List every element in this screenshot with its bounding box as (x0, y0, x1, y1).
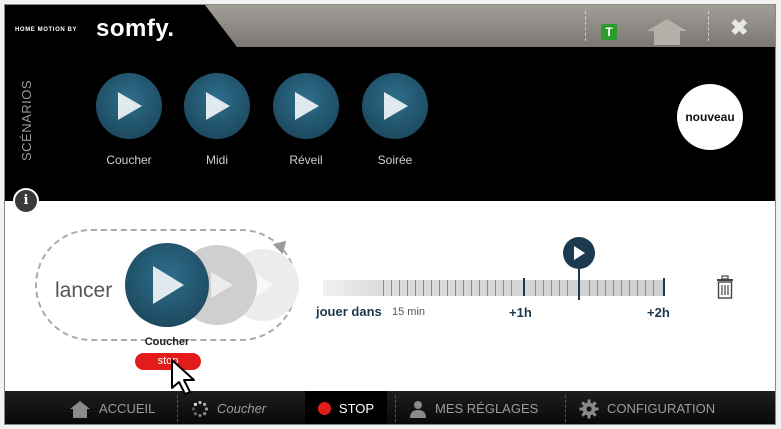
timeline-tick (567, 280, 568, 296)
nav-label: MES RÉGLAGES (435, 401, 539, 416)
delay-value: 15 min (392, 306, 426, 318)
scenario-name: Soirée (377, 153, 413, 167)
nav-label: ACCUEIL (99, 401, 156, 416)
nav-configuration[interactable]: CONFIGURATION (579, 391, 716, 424)
scenario-name: Midi (205, 153, 228, 167)
timeline-tick (455, 280, 456, 296)
timeline-tick (439, 280, 440, 296)
play-button[interactable] (362, 73, 428, 139)
nav-label: STOP (338, 401, 375, 416)
timeline-tick (589, 280, 590, 296)
play-button[interactable] (96, 73, 162, 139)
timeline-tick (383, 280, 384, 296)
play-icon (206, 92, 230, 120)
timeline-tick (391, 280, 392, 296)
timeline-tick (605, 280, 606, 296)
gear-icon (579, 399, 599, 419)
scenario-coucher[interactable]: Coucher (89, 73, 169, 167)
nav-label: Coucher (217, 401, 267, 416)
user-icon (409, 400, 427, 418)
nav-accueil[interactable]: ACCUEIL (69, 391, 156, 424)
app-window: HOME MOTION BY somfy. T ✖ SCÉNARIOS Couc… (4, 4, 776, 425)
mark-1h-label: +1h (509, 305, 532, 320)
timeline-tick (415, 280, 416, 296)
loading-spinner-icon (191, 400, 209, 418)
nav-mes-reglages[interactable]: MES RÉGLAGES (409, 391, 539, 424)
brand-tab: HOME MOTION BY somfy. (5, 5, 237, 47)
new-scenario-button[interactable]: nouveau (677, 84, 743, 150)
scenario-midi[interactable]: Midi (177, 73, 257, 167)
nav-label: CONFIGURATION (607, 401, 716, 416)
launch-panel: lancer Coucher stop jouer dans 15 min +1… (5, 201, 775, 395)
info-icon[interactable]: i (13, 188, 39, 214)
timeline-tick (535, 280, 536, 296)
lancer-label: lancer (55, 279, 113, 302)
home-icon (69, 400, 91, 418)
ghost-play-icon (255, 272, 273, 298)
top-separator (585, 11, 586, 41)
play-icon (574, 246, 585, 260)
mouse-cursor-icon (171, 359, 195, 395)
nav-separator (177, 395, 178, 422)
timeline-major-tick (663, 278, 665, 296)
timeline-tick (399, 280, 400, 296)
timeline-tick (487, 280, 488, 296)
timeline-tick (495, 280, 496, 296)
timeline-tick (597, 280, 598, 296)
play-button[interactable] (273, 73, 339, 139)
ghost-play-icon (211, 272, 233, 298)
play-button[interactable] (184, 73, 250, 139)
bottom-nav: ACCUEIL Coucher STOP MES RÉGLAGES CONFIG… (5, 391, 775, 424)
top-separator (708, 11, 709, 41)
delay-timeline[interactable] (323, 278, 665, 296)
scenario-name: Réveil (289, 153, 323, 167)
timeline-tick (621, 280, 622, 296)
timeline-tick (431, 280, 432, 296)
timeline-tick (637, 280, 638, 296)
scenario-soiree[interactable]: Soirée (355, 73, 435, 167)
scenarios-panel: SCÉNARIOS Coucher Midi Réveil Soirée nou… (5, 47, 775, 201)
timeline-tick (653, 280, 654, 296)
timeline-tick (463, 280, 464, 296)
close-icon[interactable]: ✖ (730, 17, 748, 39)
scenario-reveil[interactable]: Réveil (266, 73, 346, 167)
scenario-name: Coucher (106, 153, 152, 167)
timeline-major-tick (523, 278, 525, 296)
current-scenario-label: Coucher (144, 336, 190, 348)
timeline-tick (511, 280, 512, 296)
brand-tagline: HOME MOTION BY (15, 27, 78, 33)
play-icon (384, 92, 408, 120)
timeline-tick (503, 280, 504, 296)
timeline-tick (471, 280, 472, 296)
timeline-play-handle[interactable] (563, 237, 595, 269)
top-bar: HOME MOTION BY somfy. T ✖ (5, 5, 775, 47)
jouer-dans-label: jouer dans (316, 304, 382, 319)
play-icon (295, 92, 319, 120)
mark-2h-label: +2h (647, 305, 670, 320)
timeline-tick (407, 280, 408, 296)
timeline-tick (479, 280, 480, 296)
timeline-tick (543, 280, 544, 296)
home-icon[interactable] (645, 17, 689, 45)
timeline-tick (629, 280, 630, 296)
somfy-logo: somfy. (96, 15, 175, 42)
timeline-tick (613, 280, 614, 296)
scenarios-label: SCÉNARIOS (19, 79, 34, 161)
timeline-tick (559, 280, 560, 296)
timeline-tick (551, 280, 552, 296)
nav-separator (395, 395, 396, 422)
play-icon (118, 92, 142, 120)
nav-separator (565, 395, 566, 422)
nav-stop-button[interactable]: STOP (305, 391, 387, 424)
nav-running-scenario[interactable]: Coucher (191, 391, 267, 424)
timeline-tick (645, 280, 646, 296)
stop-dot-icon (317, 402, 331, 415)
launch-play-button[interactable] (125, 243, 209, 327)
timeline-tick (423, 280, 424, 296)
t-badge-icon[interactable]: T (601, 24, 617, 40)
timeline-tick (447, 280, 448, 296)
trash-icon[interactable] (716, 275, 734, 299)
play-icon (153, 266, 184, 304)
